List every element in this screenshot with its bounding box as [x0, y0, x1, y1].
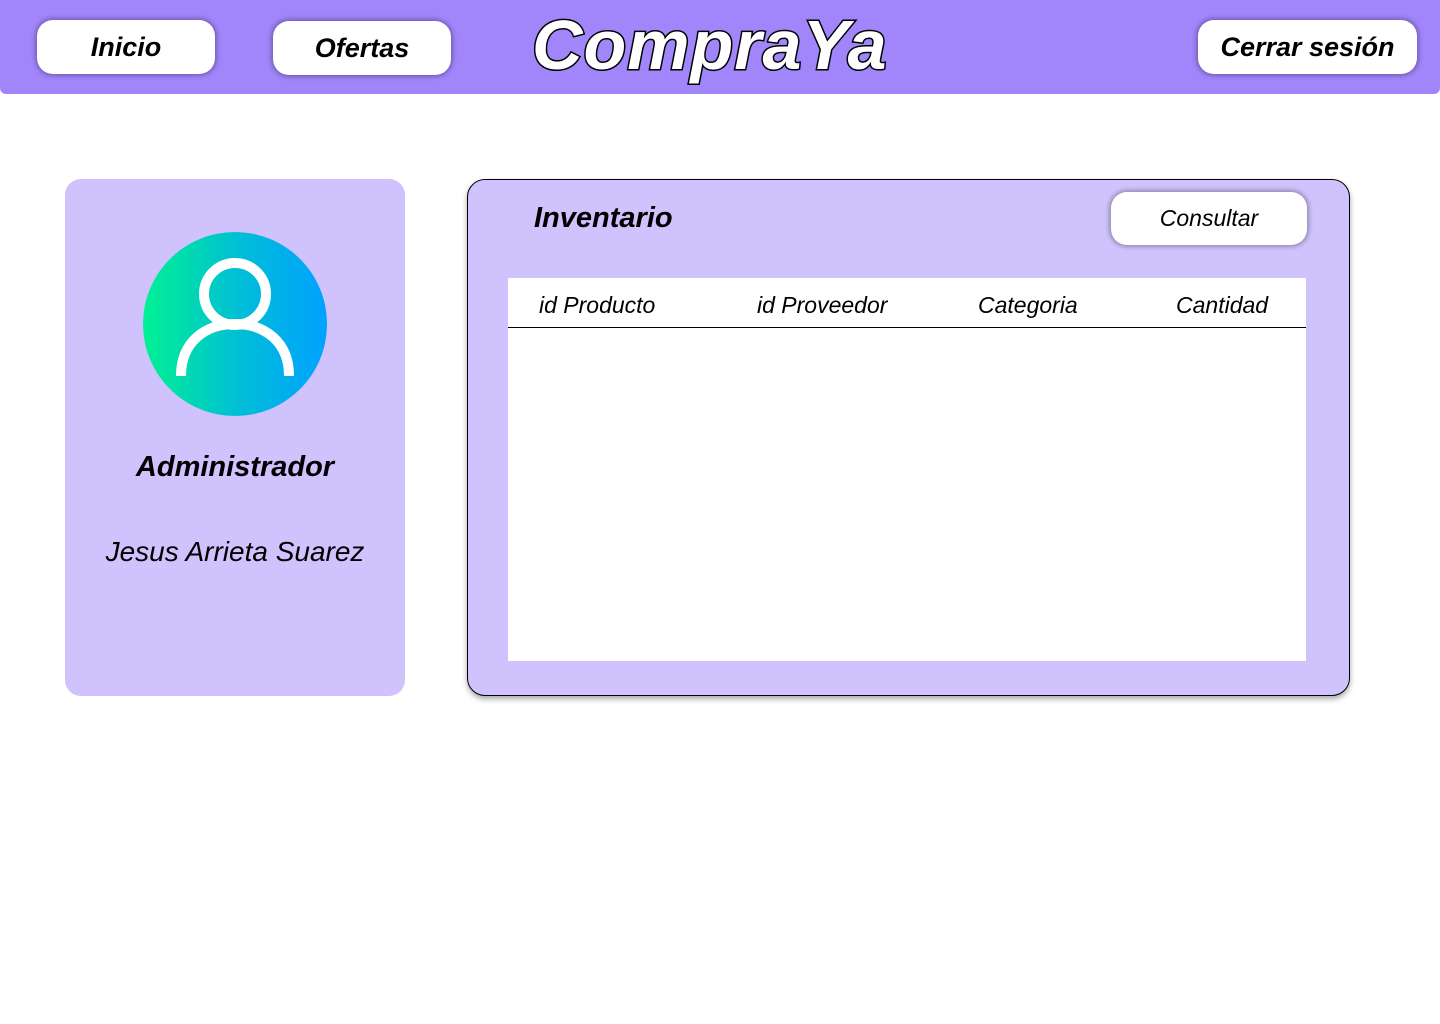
nav-inicio-button[interactable]: Inicio — [37, 20, 215, 74]
table-header-row: id Producto id Proveedor Categoria Canti… — [508, 278, 1306, 328]
inventory-table: id Producto id Proveedor Categoria Canti… — [508, 278, 1306, 661]
user-name: Jesus Arrieta Suarez — [105, 536, 365, 567]
brand-logo: CompraYa — [531, 5, 889, 86]
column-header-categoria[interactable]: Categoria — [978, 292, 1078, 319]
column-header-id-proveedor[interactable]: id Proveedor — [757, 292, 887, 319]
user-icon — [143, 232, 327, 416]
consult-button[interactable]: Consultar — [1111, 192, 1307, 245]
column-header-id-producto[interactable]: id Producto — [539, 292, 655, 319]
profile-card: Administrador Jesus Arrieta Suarez — [65, 179, 405, 696]
inventory-panel: Inventario Consultar id Producto id Prov… — [467, 179, 1350, 696]
top-navbar: Inicio Ofertas CompraYa Cerrar sesión — [0, 0, 1440, 94]
user-role: Administrador — [135, 451, 335, 483]
column-header-cantidad[interactable]: Cantidad — [1176, 292, 1268, 319]
user-icon-svg — [176, 258, 294, 377]
logout-button[interactable]: Cerrar sesión — [1198, 20, 1417, 74]
nav-ofertas-button[interactable]: Ofertas — [273, 21, 451, 75]
inventory-title: Inventario — [534, 202, 673, 234]
